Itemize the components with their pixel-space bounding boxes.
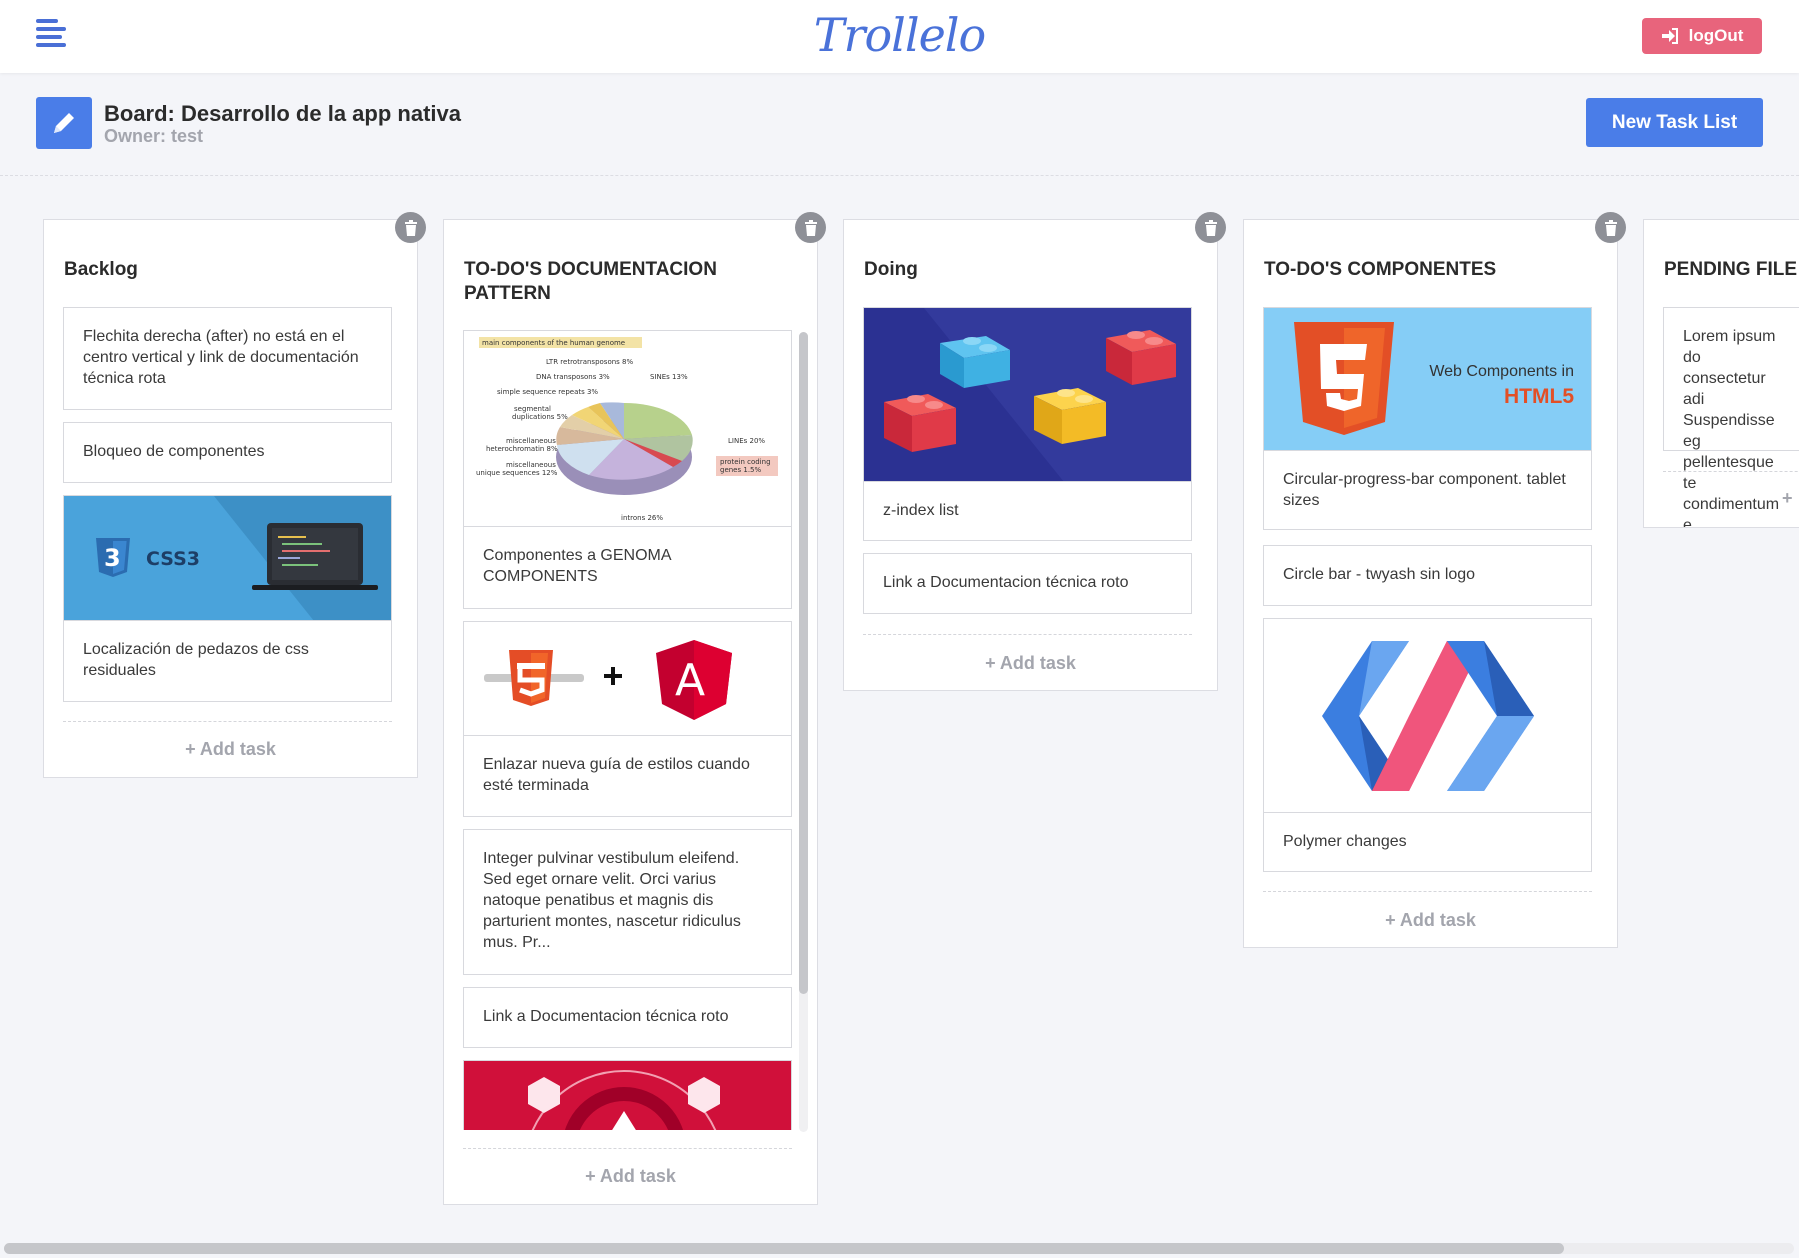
- divider: [463, 1148, 792, 1149]
- list-title: PENDING FILE: [1664, 259, 1798, 280]
- svg-text:DNA transposons 3%: DNA transposons 3%: [536, 373, 610, 381]
- svg-text:main components of the human g: main components of the human genome: [482, 339, 625, 347]
- task-card[interactable]: 3 CSS3 Localización de pedazos de css re…: [63, 495, 392, 702]
- board-header: Board: Desarrollo de la app nativa Owner…: [0, 73, 1799, 176]
- html5-plus-angular-image: A: [464, 622, 791, 736]
- task-text: Enlazar nueva guía de estilos cuando est…: [483, 756, 750, 794]
- task-list-pending-file: PENDING FILE Lorem ipsum do consectetur …: [1643, 219, 1799, 528]
- list-scroll-area[interactable]: main components of the human genome LTR …: [444, 330, 819, 1130]
- pencil-icon[interactable]: [36, 97, 92, 149]
- svg-text:unique sequences 12%: unique sequences 12%: [476, 469, 558, 477]
- task-list-backlog: Backlog Flechita derecha (after) no está…: [43, 212, 426, 778]
- trash-icon[interactable]: [795, 212, 826, 243]
- css3-laptop-image: 3 CSS3: [64, 496, 391, 621]
- angular-banner-image: [464, 1061, 791, 1130]
- add-task-button[interactable]: + Add task: [444, 1166, 817, 1187]
- task-text: Circular-progress-bar component. tablet …: [1283, 471, 1566, 509]
- task-text: Integer pulvinar vestibulum eleifend. Se…: [483, 850, 741, 951]
- new-task-list-button[interactable]: New Task List: [1586, 98, 1763, 147]
- task-card[interactable]: main components of the human genome LTR …: [463, 330, 792, 609]
- svg-text:segmental: segmental: [514, 405, 551, 413]
- svg-text:SINEs 13%: SINEs 13%: [650, 373, 688, 381]
- task-text: Polymer changes: [1283, 833, 1407, 850]
- logout-label: logOut: [1688, 26, 1744, 45]
- divider: [1663, 471, 1799, 472]
- task-text: Lorem ipsum do consectetur adi Suspendis…: [1683, 328, 1780, 528]
- svg-text:miscellaneous: miscellaneous: [506, 461, 556, 469]
- list-title: Doing: [864, 259, 918, 280]
- vertical-scrollbar[interactable]: [799, 332, 808, 1132]
- divider: [63, 721, 392, 722]
- add-task-button[interactable]: +: [1782, 488, 1793, 509]
- add-task-button[interactable]: + Add task: [44, 739, 417, 760]
- task-card[interactable]: Circle bar - twyash sin logo: [1263, 545, 1592, 606]
- sign-in-icon: [1661, 28, 1678, 44]
- logout-button[interactable]: logOut: [1642, 18, 1762, 54]
- svg-text:miscellaneous: miscellaneous: [506, 437, 556, 445]
- image-caption: Web Components in: [1429, 363, 1574, 380]
- task-text: Localización de pedazos de css residuale…: [83, 641, 309, 679]
- task-text: z-index list: [883, 502, 959, 519]
- svg-text:A: A: [675, 655, 705, 706]
- svg-text:LTR retrotransposons 8%: LTR retrotransposons 8%: [546, 358, 633, 366]
- app-logo: Trollelo: [813, 8, 986, 62]
- list-title: Backlog: [64, 259, 138, 280]
- trash-icon[interactable]: [395, 212, 426, 243]
- task-text: Bloqueo de componentes: [83, 443, 265, 460]
- task-card[interactable]: A Enlazar nueva guía de estilos cuando e…: [463, 621, 792, 817]
- task-card[interactable]: Web Components in HTML5 Circular-progres…: [1263, 307, 1592, 530]
- task-card[interactable]: [463, 1060, 792, 1130]
- polymer-logo-image: [1264, 619, 1591, 813]
- task-text: Componentes a GENOMA COMPONENTS: [483, 547, 671, 585]
- svg-text:genes 1.5%: genes 1.5%: [720, 466, 761, 474]
- task-card[interactable]: Polymer changes: [1263, 618, 1592, 872]
- divider: [1263, 891, 1592, 892]
- task-card[interactable]: Bloqueo de componentes: [63, 422, 392, 483]
- trash-icon[interactable]: [1195, 212, 1226, 243]
- board-title: Board: Desarrollo de la app nativa: [104, 101, 461, 126]
- list-title: TO-DO'S COMPONENTES: [1264, 259, 1497, 280]
- genome-pie-chart-image: main components of the human genome LTR …: [464, 331, 791, 527]
- task-card[interactable]: z-index list: [863, 307, 1192, 541]
- task-list-documentacion-pattern: TO-DO'S DOCUMENTACION PATTERN main compo…: [443, 212, 826, 1205]
- task-text: Link a Documentacion técnica roto: [483, 1008, 729, 1025]
- task-text: Link a Documentacion técnica roto: [883, 574, 1129, 591]
- svg-text:introns 26%: introns 26%: [621, 514, 663, 522]
- horizontal-scrollbar[interactable]: [4, 1243, 1794, 1254]
- divider: [863, 634, 1192, 635]
- svg-text:simple sequence repeats 3%: simple sequence repeats 3%: [497, 388, 598, 396]
- task-card[interactable]: Lorem ipsum do consectetur adi Suspendis…: [1663, 307, 1799, 527]
- task-card[interactable]: Integer pulvinar vestibulum eleifend. Se…: [463, 829, 792, 975]
- task-text: Flechita derecha (after) no está en el c…: [83, 328, 359, 387]
- task-card[interactable]: Link a Documentacion técnica roto: [463, 987, 792, 1048]
- task-card[interactable]: Link a Documentacion técnica roto: [863, 553, 1192, 614]
- lego-bricks-image: [864, 308, 1191, 482]
- hamburger-menu-icon[interactable]: [36, 19, 66, 49]
- board-owner: Owner: test: [104, 126, 204, 146]
- top-bar: Trollelo logOut: [0, 0, 1799, 73]
- svg-text:duplications 5%: duplications 5%: [512, 413, 568, 421]
- svg-text:protein coding: protein coding: [720, 458, 771, 466]
- svg-text:3: 3: [104, 544, 121, 572]
- html5-web-components-image: Web Components in HTML5: [1264, 308, 1591, 451]
- task-list-componentes: TO-DO'S COMPONENTES Web Components in HT…: [1243, 212, 1626, 948]
- svg-text:LINEs 20%: LINEs 20%: [728, 437, 765, 445]
- task-list-doing: Doing z-index list Link a Documentacion …: [843, 212, 1226, 691]
- image-caption: HTML5: [1504, 385, 1574, 408]
- task-card[interactable]: Flechita derecha (after) no está en el c…: [63, 307, 392, 410]
- trash-icon[interactable]: [1595, 212, 1626, 243]
- task-text: Circle bar - twyash sin logo: [1283, 566, 1476, 583]
- css3-text: CSS3: [146, 548, 200, 570]
- list-title: TO-DO'S DOCUMENTACION PATTERN: [464, 259, 717, 304]
- add-task-button[interactable]: + Add task: [844, 653, 1217, 674]
- add-task-button[interactable]: + Add task: [1244, 910, 1617, 931]
- svg-text:heterochromatin 8%: heterochromatin 8%: [486, 445, 558, 453]
